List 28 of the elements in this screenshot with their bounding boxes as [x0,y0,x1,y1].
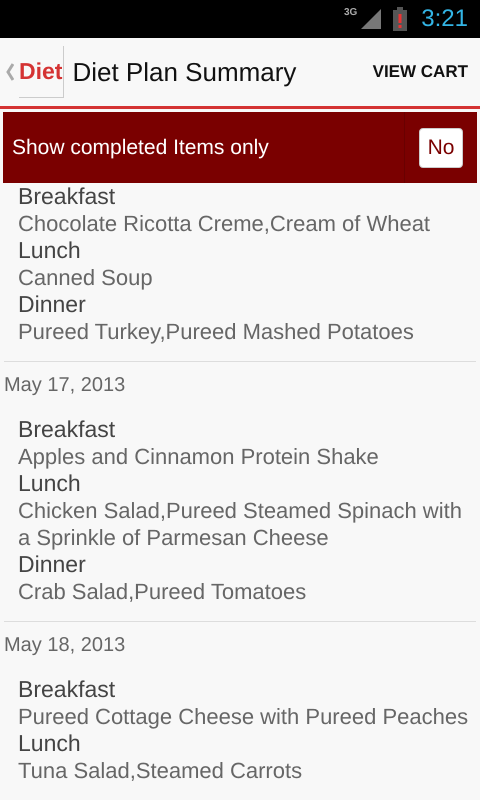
meal-name: Lunch [18,470,82,497]
network-type: 3G [344,7,358,18]
day-date: May 18, 2013 [4,633,126,658]
meal-name: Breakfast [18,676,116,703]
screen-title: Diet Plan Summary [72,56,298,88]
meal-foods: Crab Salad,Pureed Tomatoes [18,578,308,605]
meal-name: Dinner [18,551,87,578]
meal-foods: Tuna Salad,Steamed Carrots [18,757,304,784]
clock: 3:21 [421,5,468,33]
filter-label: Show completed Items only [12,136,270,160]
meal-name: Breakfast [18,416,116,443]
day-date: May 17, 2013 [4,373,126,398]
app-logo[interactable]: Diet [19,46,64,98]
meal-foods: Canned Soup [18,264,154,291]
meal-foods: Pureed Cottage Cheese with Pureed Peaches [18,703,470,730]
toggle-button[interactable]: No [419,128,463,168]
meal-foods: Pureed Turkey,Pureed Mashed Potatoes [18,318,415,345]
view-cart-button[interactable]: VIEW CART [372,62,468,82]
back-icon[interactable] [6,63,14,81]
meal-foods: Chicken Salad,Pureed Steamed Spinach with a Sprinkle of Parmesan Cheese [18,497,463,551]
meal-name: Breakfast [18,183,116,210]
meal-name: Lunch [18,730,82,757]
signal-icon [361,9,382,29]
meal-name: Dinner [18,291,87,318]
meal-foods: Apples and Cinnamon Protein Shake [18,443,380,470]
battery-alert-icon [393,7,408,31]
meal-name: Lunch [18,237,82,264]
meal-foods: Chocolate Ricotta Creme,Cream of Wheat [18,210,432,237]
